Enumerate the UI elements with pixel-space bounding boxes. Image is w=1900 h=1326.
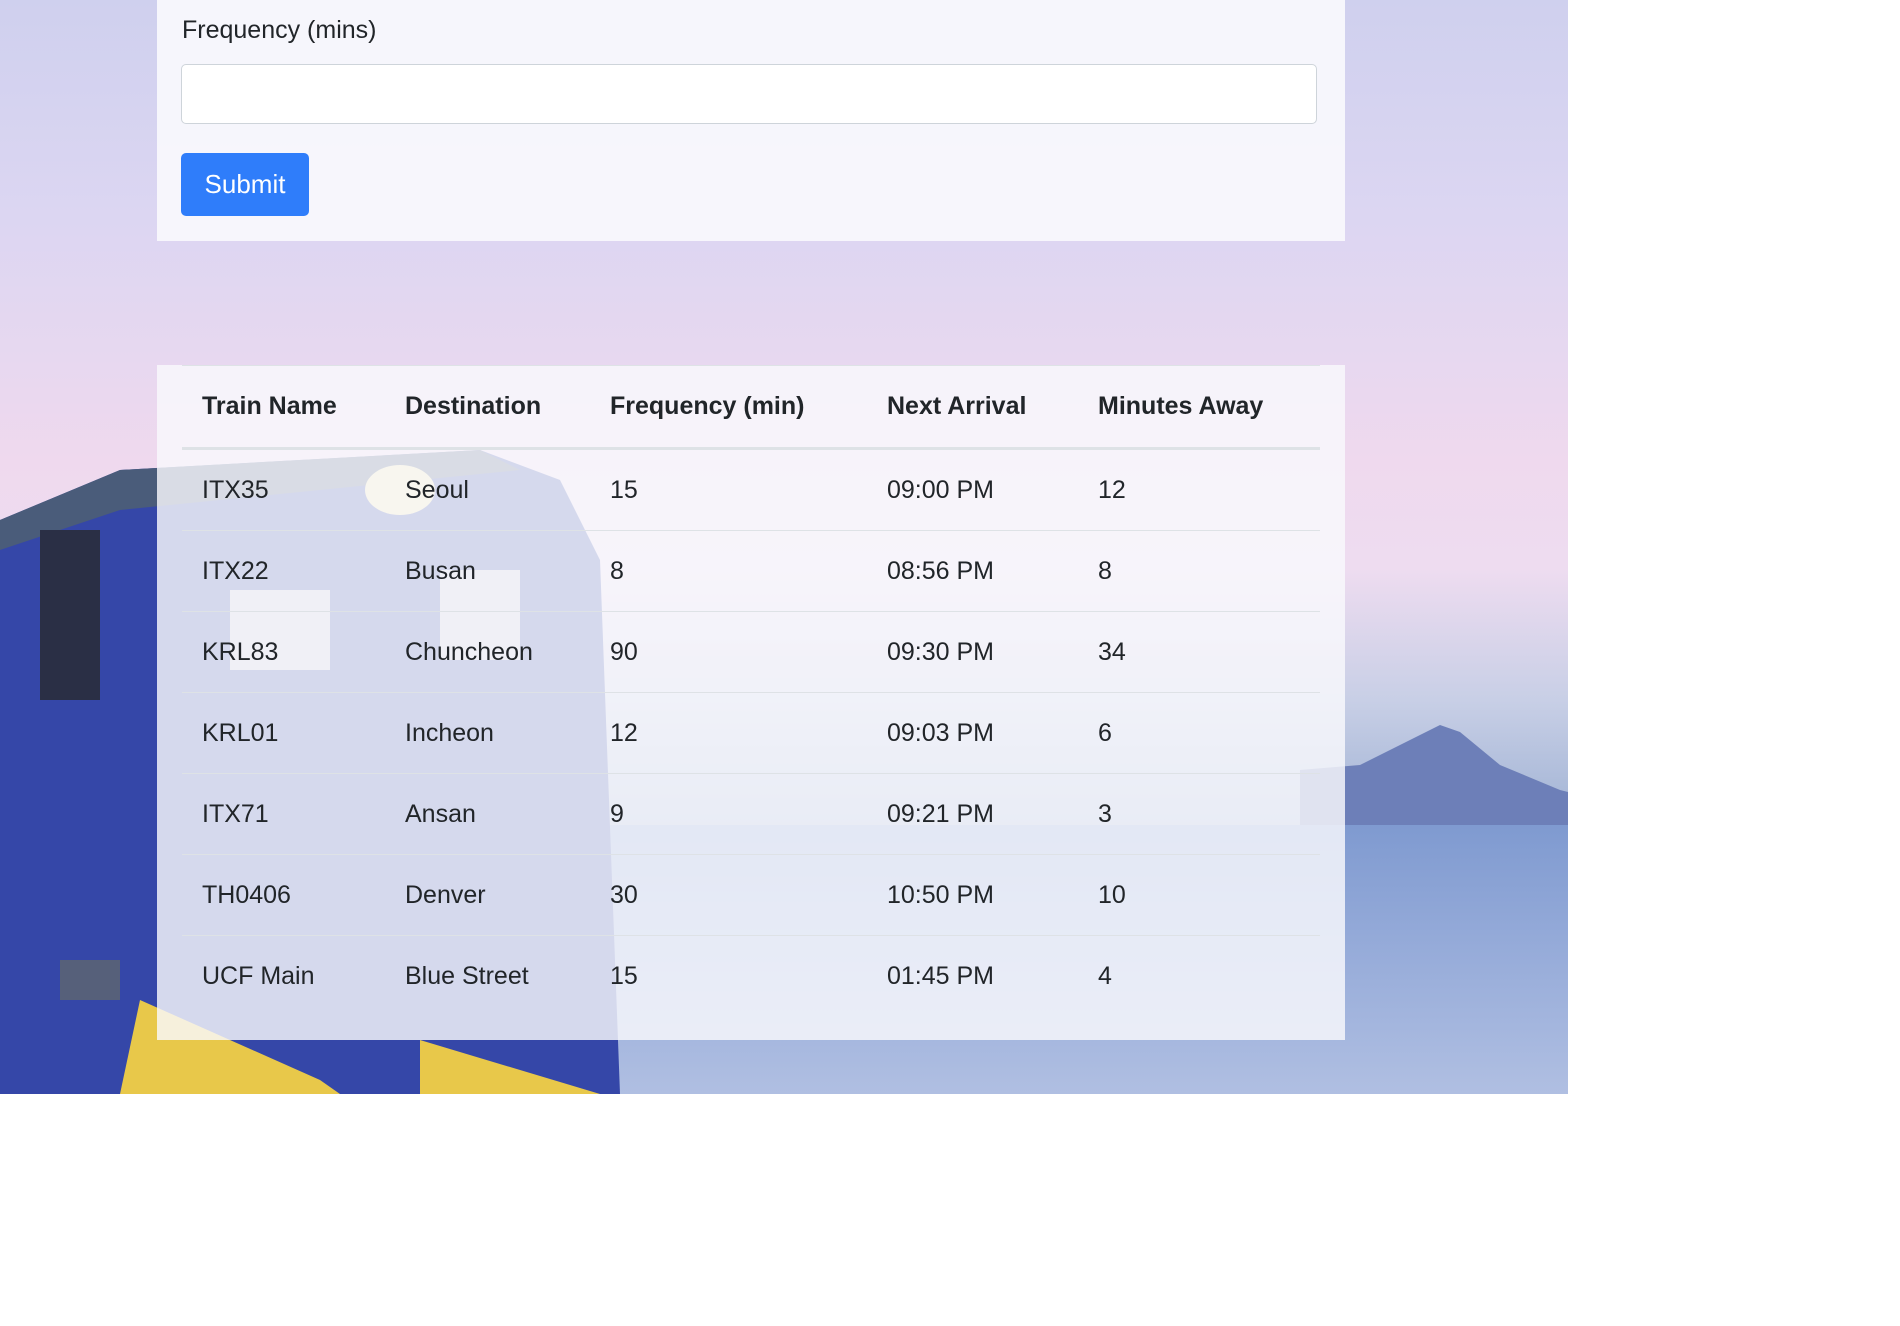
cell-next-arrival: 09:21 PM	[867, 773, 1078, 855]
cell-next-arrival: 08:56 PM	[867, 530, 1078, 612]
cell-frequency: 90	[590, 611, 867, 693]
frequency-input[interactable]	[181, 64, 1317, 124]
cell-minutes-away: 10	[1078, 854, 1320, 936]
frequency-label: Frequency (mins)	[182, 16, 377, 44]
cell-train-name: ITX22	[182, 530, 385, 612]
table-row: ITX71 Ansan 9 09:21 PM 3	[182, 773, 1320, 855]
table-row: KRL01 Incheon 12 09:03 PM 6	[182, 692, 1320, 774]
cell-train-name: KRL83	[182, 611, 385, 693]
cell-minutes-away: 34	[1078, 611, 1320, 693]
train-schedule-panel: Train Name Destination Frequency (min) N…	[157, 365, 1345, 1040]
cell-frequency: 15	[590, 448, 867, 531]
cell-train-name: KRL01	[182, 692, 385, 774]
header-minutes-away: Minutes Away	[1078, 365, 1320, 450]
train-schedule-table: Train Name Destination Frequency (min) N…	[182, 365, 1320, 1016]
header-frequency: Frequency (min)	[590, 365, 867, 450]
cell-destination: Seoul	[385, 448, 590, 531]
header-next-arrival: Next Arrival	[867, 365, 1078, 450]
header-train-name: Train Name	[182, 365, 385, 450]
cell-frequency: 30	[590, 854, 867, 936]
table-row: KRL83 Chuncheon 90 09:30 PM 34	[182, 611, 1320, 693]
cell-destination: Chuncheon	[385, 611, 590, 693]
cell-destination: Incheon	[385, 692, 590, 774]
cell-minutes-away: 3	[1078, 773, 1320, 855]
cell-train-name: ITX71	[182, 773, 385, 855]
cell-destination: Ansan	[385, 773, 590, 855]
cell-next-arrival: 10:50 PM	[867, 854, 1078, 936]
cell-frequency: 9	[590, 773, 867, 855]
cell-train-name: UCF Main	[202, 961, 315, 990]
cell-minutes-away: 4	[1098, 961, 1112, 990]
cell-destination: Denver	[385, 854, 590, 936]
cell-minutes-away: 8	[1078, 530, 1320, 612]
table-row: ITX35 Seoul 15 09:00 PM 12	[182, 448, 1320, 531]
add-train-form-panel: Frequency (mins) Submit	[157, 0, 1345, 241]
cell-next-arrival: 09:00 PM	[867, 448, 1078, 531]
cell-minutes-away: 12	[1078, 448, 1320, 531]
header-destination: Destination	[385, 365, 590, 450]
table-header-row: Train Name Destination Frequency (min) N…	[182, 365, 1320, 450]
cell-next-arrival: 01:45 PM	[887, 961, 995, 990]
cell-destination: Blue Street	[405, 961, 529, 990]
cell-minutes-away: 6	[1078, 692, 1320, 774]
cell-train-name: TH0406	[182, 854, 385, 936]
cell-frequency: 12	[590, 692, 867, 774]
cell-next-arrival: 09:30 PM	[867, 611, 1078, 693]
cell-destination: Busan	[385, 530, 590, 612]
table-row: ITX22 Busan 8 08:56 PM 8	[182, 530, 1320, 612]
cell-next-arrival: 09:03 PM	[867, 692, 1078, 774]
cell-frequency: 15	[610, 961, 638, 990]
cell-frequency: 8	[590, 530, 867, 612]
submit-button[interactable]: Submit	[181, 153, 309, 216]
table-row: UCF Main Blue Street 15 01:45 PM 4	[182, 936, 1320, 1017]
table-row: TH0406 Denver 30 10:50 PM 10	[182, 854, 1320, 936]
cell-train-name: ITX35	[182, 448, 385, 531]
